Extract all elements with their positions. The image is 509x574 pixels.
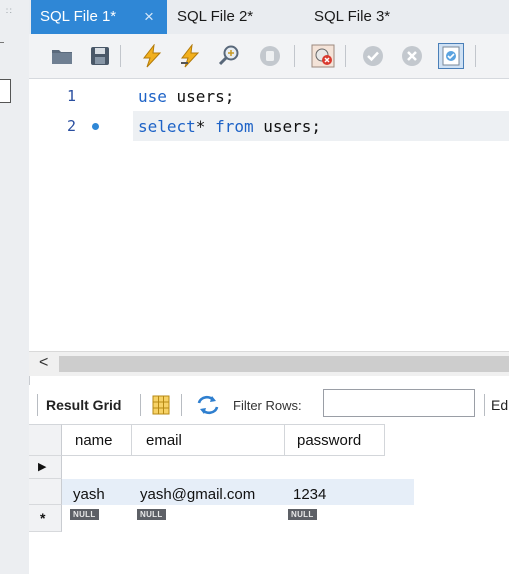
stop-icon[interactable] [258,44,282,68]
grid-corner[interactable] [29,424,62,456]
cell-name[interactable]: yash [73,486,105,503]
rollback-icon[interactable] [400,44,424,68]
column-header-password[interactable]: password [285,424,385,456]
code-fragment: users; [166,87,235,106]
code-fragment: users; [253,117,322,136]
cell-password[interactable]: 1234 [293,486,326,503]
statement-marker-icon [92,123,99,130]
editor-horizontal-scrollbar[interactable]: < [29,351,509,376]
keyword: select [138,117,196,136]
autocommit-toggle-icon[interactable] [438,43,464,69]
row-header[interactable]: ▶ [29,456,62,479]
tab-label: SQL File 1* [40,8,117,25]
editor-tab-strip: SQL File 1* × SQL File 2* SQL File 3* [29,0,509,35]
null-badge[interactable]: NULL [137,509,166,520]
edit-label-truncated[interactable]: Ed [491,397,508,413]
open-folder-icon[interactable] [50,44,74,68]
editor-line: 1 use users; [29,82,509,112]
null-badge[interactable]: NULL [70,509,99,520]
cell-email[interactable]: yash@gmail.com [140,486,255,503]
toolbar-separator [294,45,295,67]
drag-grip-icon[interactable]: ∷ [6,6,13,17]
scroll-left-arrow-icon[interactable]: < [39,354,48,372]
execute-lightning-icon[interactable] [140,44,164,68]
toolbar-separator [140,394,141,416]
toggle-stop-on-error-icon[interactable] [311,44,335,68]
toolbar-separator [345,45,346,67]
navigator-edge: ∷ [0,0,30,574]
filter-rows-input[interactable] [323,389,475,417]
tab-label: SQL File 2* [177,8,254,25]
commit-icon[interactable] [361,44,385,68]
tab-sql-file-2[interactable]: SQL File 2* [177,0,253,34]
null-badge[interactable]: NULL [288,509,317,520]
divider [0,42,4,43]
code-fragment: * [195,117,216,136]
line-number: 1 [67,87,77,105]
execute-current-icon[interactable] [178,44,202,68]
keyword: from [215,117,254,136]
editor-toolbar [29,34,509,79]
line-number: 2 [67,117,77,135]
code-text: select* from users; [138,117,321,136]
row-header[interactable]: * [29,505,62,532]
column-header-email[interactable]: email [132,424,285,456]
toolbar-separator [475,45,476,67]
result-grid-tab[interactable]: Result Grid [46,397,121,413]
code-text: use users; [138,87,234,106]
explain-magnifier-icon[interactable] [217,44,241,68]
toolbar-separator [484,394,485,416]
refresh-arrows-icon[interactable] [196,395,220,415]
save-icon[interactable] [88,44,112,68]
navigator-input-edge[interactable] [0,79,11,103]
filter-rows-label: Filter Rows: [233,398,302,413]
column-header-name[interactable]: name [62,424,132,456]
row-header[interactable] [29,479,62,505]
tab-sql-file-1[interactable]: SQL File 1* × [31,0,167,34]
current-row-arrow-icon: ▶ [38,461,47,473]
scrollbar-thumb[interactable] [59,356,509,372]
editor-line: 2 select* from users; [29,111,509,141]
tab-sql-file-3[interactable]: SQL File 3* [314,0,390,34]
keyword: use [138,87,167,106]
new-row-asterisk-icon: * [40,510,46,526]
tab-label: SQL File 3* [314,8,391,25]
result-toolbar: Result Grid Filter Rows: Ed [29,385,509,425]
toolbar-separator [37,394,38,416]
result-grid[interactable]: ▶ * name email password yash yash@gmail.… [29,424,509,574]
sql-editor[interactable]: 1 use users; 2 select* from users; [29,79,509,351]
toolbar-separator [120,45,121,67]
toolbar-separator [181,394,182,416]
close-icon[interactable]: × [144,0,154,34]
grid-layout-icon[interactable] [152,395,170,415]
